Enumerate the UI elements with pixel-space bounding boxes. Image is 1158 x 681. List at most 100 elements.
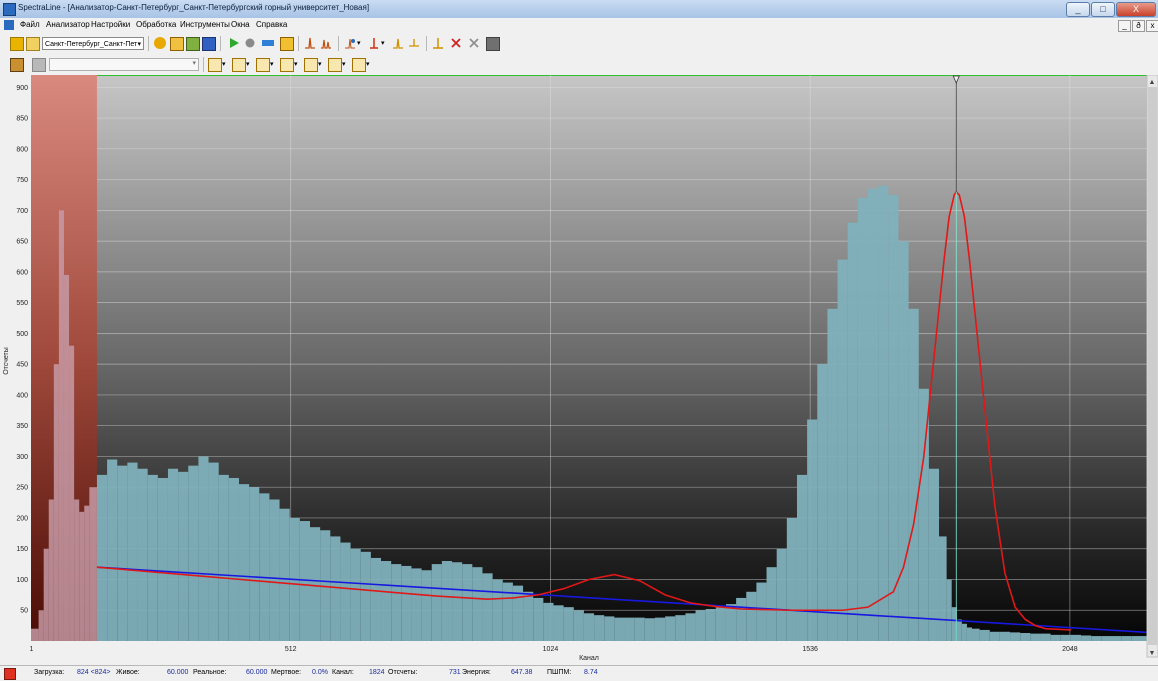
delete-all-icon[interactable] bbox=[468, 37, 480, 49]
connect-icon[interactable] bbox=[154, 37, 166, 49]
window-title: SpectraLine - [Анализатор-Санкт-Петербур… bbox=[18, 3, 370, 12]
window-icon[interactable] bbox=[328, 58, 342, 72]
mdi-close-button[interactable]: x bbox=[1146, 20, 1158, 32]
chevron-down-icon[interactable]: ▾ bbox=[246, 60, 250, 68]
menu-bar: Файл Анализатор Настройки Обработка Инст… bbox=[0, 18, 1158, 34]
histogram-bar bbox=[48, 499, 54, 641]
analyzer-select[interactable]: Санкт-Петербург_Санкт-Пет ▾ bbox=[42, 37, 144, 50]
histogram-bar bbox=[1101, 636, 1112, 641]
clear-icon[interactable] bbox=[262, 40, 274, 46]
histogram-bar bbox=[31, 628, 39, 641]
window-icon[interactable] bbox=[352, 58, 366, 72]
open-icon[interactable] bbox=[10, 37, 24, 51]
mdi-minimize-button[interactable]: _ bbox=[1118, 20, 1131, 32]
window-icon[interactable] bbox=[232, 58, 246, 72]
marker-icon[interactable] bbox=[368, 37, 380, 49]
chevron-down-icon[interactable]: ▾ bbox=[318, 60, 322, 68]
preset-icon[interactable] bbox=[280, 37, 294, 51]
library-icon[interactable] bbox=[186, 37, 200, 51]
mdi-restore-button[interactable]: ð bbox=[1132, 20, 1145, 32]
histogram-bar bbox=[482, 573, 493, 641]
histogram-bar bbox=[69, 345, 75, 641]
start-icon[interactable] bbox=[228, 37, 240, 49]
histogram-bar bbox=[553, 605, 564, 641]
peak-search-icon[interactable] bbox=[304, 37, 316, 49]
close-button[interactable]: X bbox=[1116, 2, 1156, 17]
filter-icon[interactable] bbox=[32, 58, 46, 72]
histogram-bar bbox=[654, 617, 666, 641]
histogram-bar bbox=[1060, 634, 1071, 641]
delete-peaks-icon[interactable] bbox=[450, 37, 462, 49]
menu-file[interactable]: Файл bbox=[20, 20, 40, 29]
histogram-bar bbox=[634, 617, 645, 641]
scroll-up-icon[interactable]: ▲ bbox=[1149, 79, 1156, 86]
menu-settings[interactable]: Настройки bbox=[91, 20, 130, 29]
chevron-down-icon[interactable]: ▾ bbox=[357, 39, 361, 47]
y-tick-label: 250 bbox=[16, 485, 28, 492]
calibration-icon[interactable] bbox=[202, 37, 216, 51]
histogram-bar bbox=[827, 308, 838, 641]
baseline-icon[interactable] bbox=[408, 37, 420, 49]
x-axis-ticks: 1 512 1024 1536 2048 bbox=[30, 646, 1078, 653]
filter-combo[interactable]: ▾ bbox=[49, 58, 199, 71]
fit-icon[interactable] bbox=[392, 37, 404, 49]
channel-label: Канал: bbox=[332, 669, 354, 676]
y-tick-label: 800 bbox=[16, 146, 28, 153]
histogram-bar bbox=[462, 564, 473, 641]
window-icon[interactable] bbox=[304, 58, 318, 72]
y-tick-label: 650 bbox=[16, 239, 28, 246]
y-tick-label: 300 bbox=[16, 454, 28, 461]
scroll-down-icon[interactable]: ▼ bbox=[1149, 650, 1156, 657]
save-icon[interactable] bbox=[26, 37, 40, 51]
histogram-bar bbox=[573, 610, 584, 641]
histogram-bar bbox=[847, 222, 858, 642]
spectrum-chart[interactable]: 50 100 150 200 250 300 350 400 450 500 550 600 650 70… bbox=[0, 75, 1158, 665]
identify-icon[interactable] bbox=[344, 37, 356, 49]
report-icon[interactable] bbox=[170, 37, 184, 51]
histogram-bar bbox=[269, 499, 280, 641]
window-icon[interactable] bbox=[256, 58, 270, 72]
y-tick-label: 200 bbox=[16, 515, 28, 522]
stop-icon[interactable] bbox=[244, 37, 256, 49]
histogram-bar bbox=[1030, 633, 1041, 641]
chevron-down-icon[interactable]: ▾ bbox=[270, 60, 274, 68]
status-indicator-icon bbox=[4, 668, 16, 680]
mdi-doc-icon[interactable] bbox=[4, 20, 14, 30]
dead-value: 0.0% bbox=[312, 669, 328, 676]
histogram-bar bbox=[1081, 635, 1092, 641]
histogram-bar bbox=[228, 477, 239, 641]
menu-processing[interactable]: Обработка bbox=[136, 20, 176, 29]
spectrum-view-icon[interactable] bbox=[10, 58, 24, 72]
y-tick-label: 450 bbox=[16, 362, 28, 369]
menu-tools[interactable]: Инструменты bbox=[180, 20, 230, 29]
toolbar-separator bbox=[338, 36, 339, 51]
y-tick-label: 100 bbox=[16, 577, 28, 584]
histogram-bar bbox=[756, 582, 767, 641]
peak-area-icon[interactable] bbox=[320, 37, 332, 49]
histogram-bar bbox=[746, 591, 757, 641]
print-icon[interactable] bbox=[486, 37, 500, 51]
y-tick-label: 150 bbox=[16, 546, 28, 553]
histogram-bar bbox=[1010, 632, 1021, 641]
histogram-bar bbox=[157, 477, 168, 641]
scrollbar-thumb[interactable] bbox=[1148, 87, 1157, 645]
chevron-down-icon[interactable]: ▾ bbox=[366, 60, 370, 68]
energy-cal-icon[interactable] bbox=[432, 37, 444, 49]
chevron-down-icon[interactable]: ▾ bbox=[342, 60, 346, 68]
load-value: 824 <824> bbox=[77, 669, 111, 676]
minimize-button[interactable]: _ bbox=[1066, 2, 1090, 17]
chevron-down-icon[interactable]: ▾ bbox=[381, 39, 385, 47]
window-icon[interactable] bbox=[208, 58, 222, 72]
window-icon[interactable] bbox=[280, 58, 294, 72]
chevron-down-icon[interactable]: ▾ bbox=[294, 60, 298, 68]
histogram-bar bbox=[715, 607, 726, 641]
menu-analyzer[interactable]: Анализатор bbox=[46, 20, 90, 29]
x-tick-label: 1536 bbox=[802, 646, 818, 653]
menu-help[interactable]: Справка bbox=[256, 20, 287, 29]
histogram-bar bbox=[370, 557, 382, 641]
histogram-bar bbox=[604, 616, 615, 641]
maximize-button[interactable]: □ bbox=[1091, 2, 1115, 17]
chevron-down-icon[interactable]: ▾ bbox=[222, 60, 226, 68]
menu-windows[interactable]: Окна bbox=[231, 20, 250, 29]
histogram-bar bbox=[594, 615, 605, 641]
